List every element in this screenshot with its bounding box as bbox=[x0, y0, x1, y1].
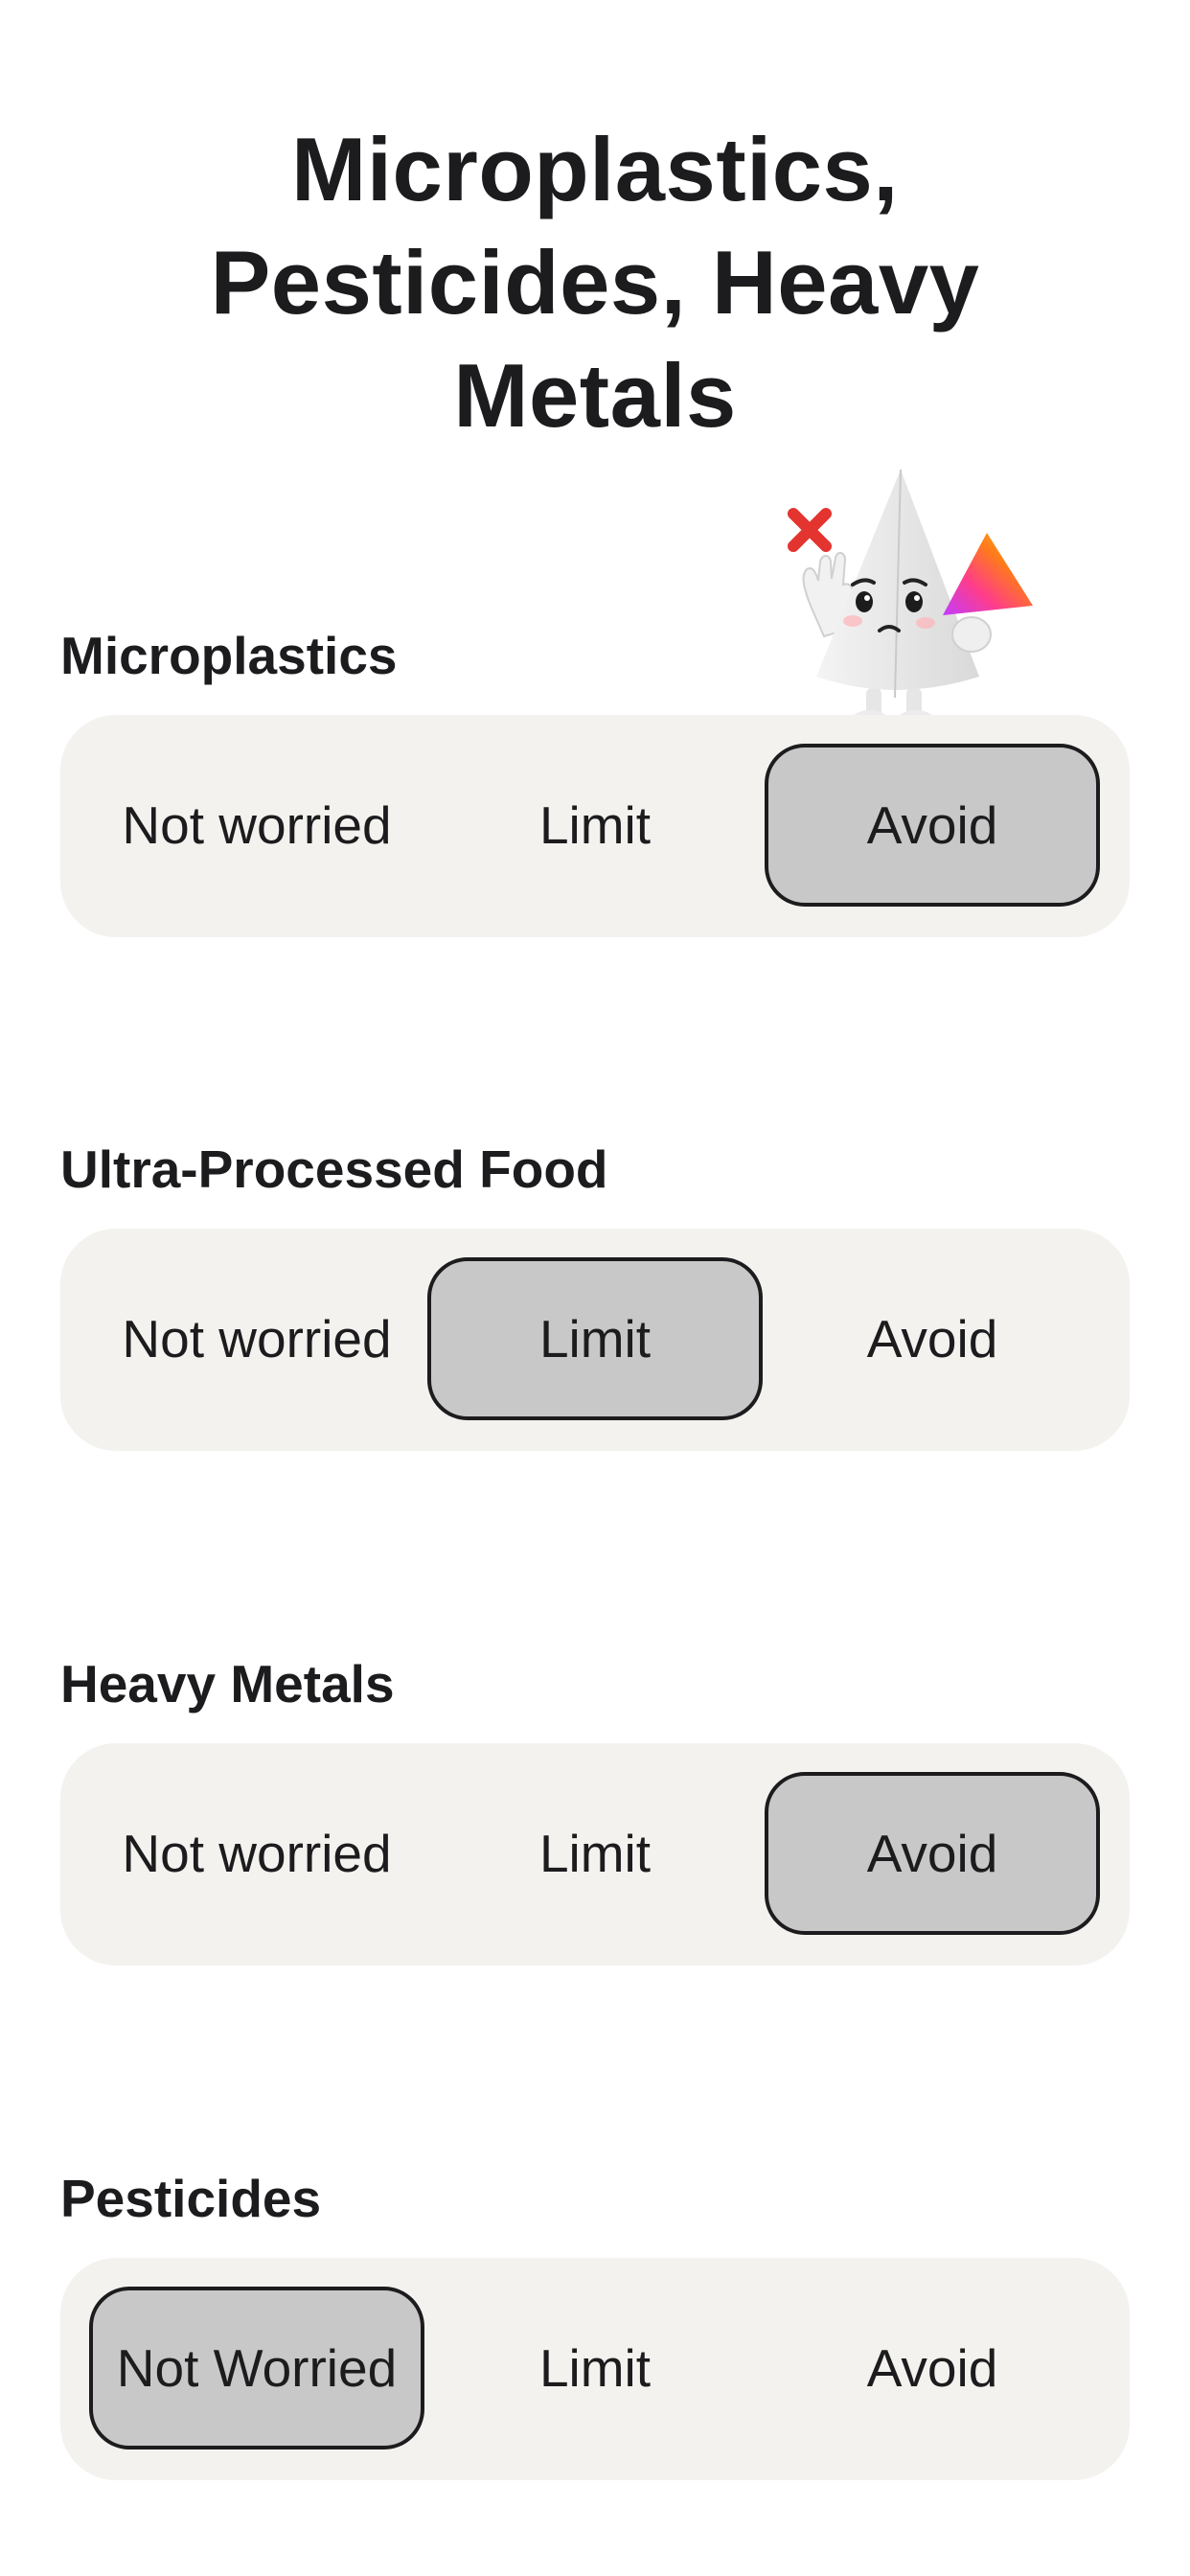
segmented-control: Not Worried Limit Avoid bbox=[60, 2258, 1130, 2480]
option-avoid[interactable]: Avoid bbox=[765, 1772, 1100, 1935]
red-x-icon bbox=[788, 508, 832, 552]
section-label: Heavy Metals bbox=[60, 1654, 395, 1714]
section-label: Ultra-Processed Food bbox=[60, 1139, 608, 1199]
option-not-worried[interactable]: Not Worried bbox=[89, 2287, 424, 2450]
segmented-control: Not worried Limit Avoid bbox=[60, 1229, 1130, 1451]
option-limit[interactable]: Limit bbox=[427, 1257, 763, 1420]
option-avoid[interactable]: Avoid bbox=[765, 2287, 1100, 2450]
option-not-worried[interactable]: Not worried bbox=[89, 1772, 424, 1935]
page-title: Microplastics, Pesticides, Heavy Metals bbox=[210, 119, 980, 446]
option-limit[interactable]: Limit bbox=[427, 2287, 763, 2450]
option-not-worried[interactable]: Not worried bbox=[89, 1257, 424, 1420]
option-avoid[interactable]: Avoid bbox=[765, 744, 1100, 907]
section-label: Microplastics bbox=[60, 626, 398, 685]
segmented-control: Not worried Limit Avoid bbox=[60, 715, 1130, 937]
option-not-worried[interactable]: Not worried bbox=[89, 744, 424, 907]
option-avoid[interactable]: Avoid bbox=[765, 1257, 1100, 1420]
section-label: Pesticides bbox=[60, 2169, 322, 2228]
worried-triangle-mascot-icon bbox=[788, 469, 1033, 727]
option-limit[interactable]: Limit bbox=[427, 1772, 763, 1935]
segmented-control: Not worried Limit Avoid bbox=[60, 1743, 1130, 1966]
option-limit[interactable]: Limit bbox=[427, 744, 763, 907]
